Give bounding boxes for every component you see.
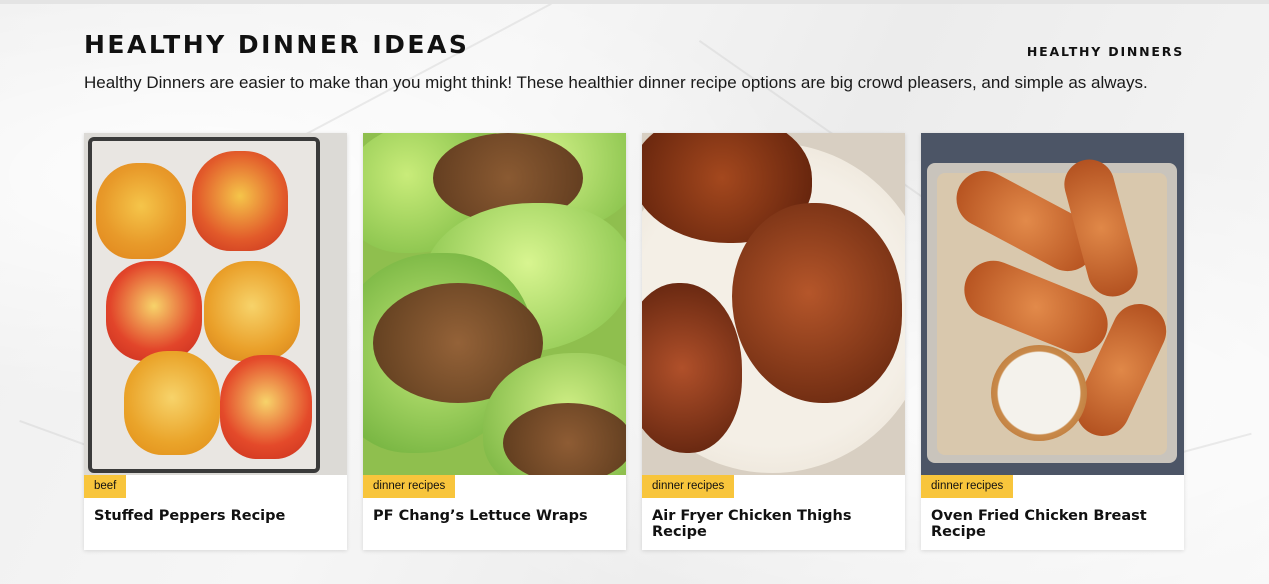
recipe-title[interactable]: Oven Fried Chicken Breast Recipe bbox=[931, 508, 1174, 540]
chicken-breast-image[interactable] bbox=[921, 133, 1184, 475]
chicken-thighs-image[interactable] bbox=[642, 133, 905, 475]
top-divider bbox=[0, 0, 1269, 4]
section-description: Healthy Dinners are easier to make than … bbox=[84, 73, 1148, 92]
category-badge[interactable]: beef bbox=[84, 475, 127, 498]
category-badge[interactable]: dinner recipes bbox=[642, 475, 735, 498]
recipe-card-lettuce-wraps[interactable]: dinner recipes PF Chang’s Lettuce Wraps bbox=[363, 133, 626, 550]
lettuce-wraps-image[interactable] bbox=[363, 133, 626, 475]
recipe-cards: beef Stuffed Peppers Recipe dinner recip… bbox=[84, 133, 1184, 550]
recipe-card-chicken-thighs[interactable]: dinner recipes Air Fryer Chicken Thighs … bbox=[642, 133, 905, 550]
recipe-title[interactable]: PF Chang’s Lettuce Wraps bbox=[373, 508, 616, 524]
recipe-title[interactable]: Stuffed Peppers Recipe bbox=[94, 508, 337, 524]
category-badge[interactable]: dinner recipes bbox=[921, 475, 1014, 498]
healthy-dinners-link[interactable]: HEALTHY DINNERS bbox=[1027, 44, 1184, 59]
recipe-title[interactable]: Air Fryer Chicken Thighs Recipe bbox=[652, 508, 895, 540]
recipe-card-chicken-breast[interactable]: dinner recipes Oven Fried Chicken Breast… bbox=[921, 133, 1184, 550]
section-title: HEALTHY DINNER IDEAS bbox=[84, 30, 470, 59]
stuffed-peppers-image[interactable] bbox=[84, 133, 347, 475]
recipe-card-stuffed-peppers[interactable]: beef Stuffed Peppers Recipe bbox=[84, 133, 347, 550]
category-badge[interactable]: dinner recipes bbox=[363, 475, 456, 498]
